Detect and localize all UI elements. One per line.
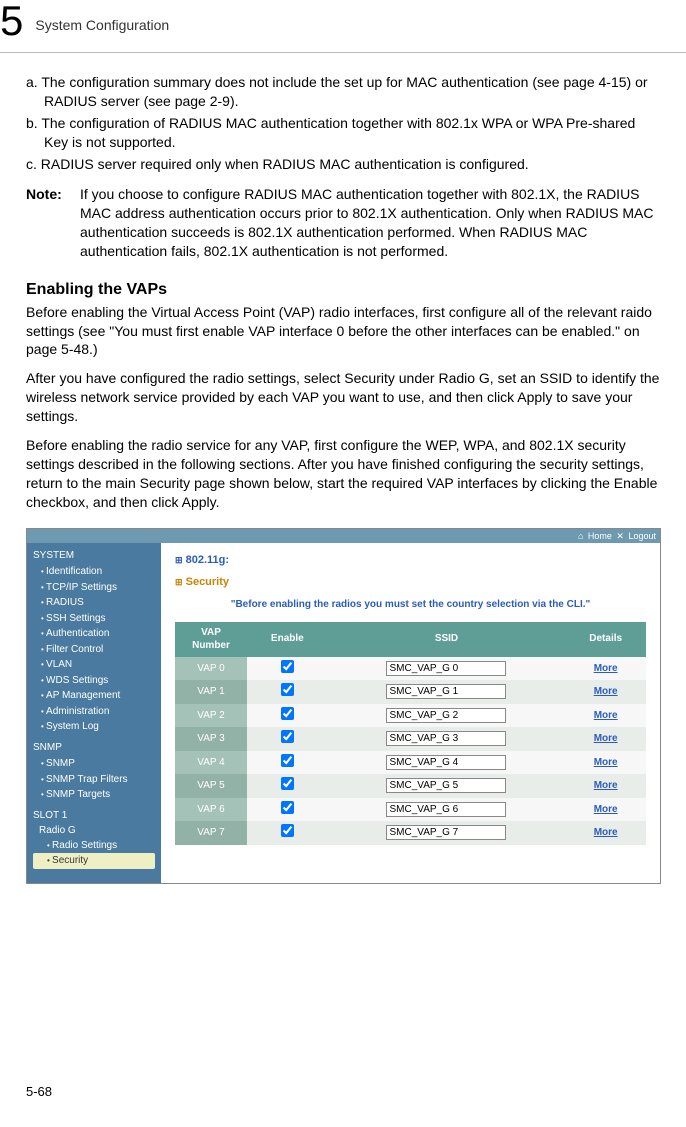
sidebar-item-wds[interactable]: WDS Settings bbox=[33, 673, 155, 689]
sidebar-item-radio-settings[interactable]: Radio Settings bbox=[33, 838, 155, 854]
table-row: VAP 7 More bbox=[175, 821, 646, 845]
vap-label: VAP 1 bbox=[175, 680, 247, 704]
table-row: VAP 6 More bbox=[175, 798, 646, 822]
table-row: VAP 3 More bbox=[175, 727, 646, 751]
security-icon: ⊞ bbox=[175, 577, 183, 587]
section-heading: Enabling the VAPs bbox=[26, 279, 660, 301]
home-link[interactable]: ⌂ Home bbox=[578, 531, 612, 541]
main-panel: ⊞ 802.11g: ⊞ Security "Before enabling t… bbox=[161, 543, 660, 883]
country-warning: "Before enabling the radios you must set… bbox=[175, 598, 646, 612]
sidebar-item-vlan[interactable]: VLAN bbox=[33, 657, 155, 673]
ssid-input[interactable] bbox=[386, 661, 506, 676]
logout-label: Logout bbox=[628, 531, 656, 541]
vap-label: VAP 6 bbox=[175, 798, 247, 822]
screenshot-topbar: ⌂ Home ✕ Logout bbox=[27, 529, 660, 543]
more-link[interactable]: More bbox=[594, 733, 618, 744]
paragraph-3: Before enabling the radio service for an… bbox=[26, 436, 660, 512]
table-row: VAP 5 More bbox=[175, 774, 646, 798]
table-row: VAP 1 More bbox=[175, 680, 646, 704]
sidebar-item-filter[interactable]: Filter Control bbox=[33, 642, 155, 658]
security-text: Security bbox=[186, 576, 229, 588]
sidebar-item-tcpip[interactable]: TCP/IP Settings bbox=[33, 580, 155, 596]
sidebar-item-syslog[interactable]: System Log bbox=[33, 719, 155, 735]
sidebar-item-identification[interactable]: Identification bbox=[33, 564, 155, 580]
enable-checkbox[interactable] bbox=[281, 660, 294, 673]
th-vap: VAP Number bbox=[175, 622, 247, 657]
chapter-number: 5 bbox=[0, 0, 23, 42]
list-item-a: a. The configuration summary does not in… bbox=[26, 73, 660, 111]
page-number: 5-68 bbox=[26, 1084, 52, 1099]
enable-checkbox[interactable] bbox=[281, 801, 294, 814]
more-link[interactable]: More bbox=[594, 710, 618, 721]
radio-band-label: ⊞ 802.11g: bbox=[175, 553, 646, 568]
embedded-screenshot: ⌂ Home ✕ Logout SYSTEM Identification TC… bbox=[26, 528, 661, 884]
security-label: ⊞ Security bbox=[175, 567, 646, 596]
logout-link[interactable]: ✕ Logout bbox=[616, 531, 656, 541]
sidebar-item-ssh[interactable]: SSH Settings bbox=[33, 611, 155, 627]
more-link[interactable]: More bbox=[594, 663, 618, 674]
table-row: VAP 0 More bbox=[175, 657, 646, 681]
vap-label: VAP 7 bbox=[175, 821, 247, 845]
sidebar-head-slot: SLOT 1 bbox=[33, 809, 155, 823]
table-header-row: VAP Number Enable SSID Details bbox=[175, 622, 646, 657]
sidebar: SYSTEM Identification TCP/IP Settings RA… bbox=[27, 543, 161, 883]
enable-checkbox[interactable] bbox=[281, 824, 294, 837]
vap-label: VAP 5 bbox=[175, 774, 247, 798]
sidebar-item-radius[interactable]: RADIUS bbox=[33, 595, 155, 611]
th-ssid: SSID bbox=[328, 622, 566, 657]
ssid-input[interactable] bbox=[386, 755, 506, 770]
ssid-input[interactable] bbox=[386, 684, 506, 699]
enable-checkbox[interactable] bbox=[281, 777, 294, 790]
sidebar-item-security[interactable]: Security bbox=[33, 853, 155, 869]
note-label: Note: bbox=[26, 185, 80, 261]
page-header: 5 System Configuration bbox=[0, 0, 686, 53]
paragraph-1: Before enabling the Virtual Access Point… bbox=[26, 303, 660, 360]
chapter-title: System Configuration bbox=[35, 17, 169, 33]
sidebar-item-snmp[interactable]: SNMP bbox=[33, 756, 155, 772]
note-text: If you choose to configure RADIUS MAC au… bbox=[80, 185, 660, 261]
home-label: Home bbox=[588, 531, 612, 541]
ssid-input[interactable] bbox=[386, 778, 506, 793]
more-link[interactable]: More bbox=[594, 827, 618, 838]
more-link[interactable]: More bbox=[594, 757, 618, 768]
sidebar-sub-radio-g: Radio G bbox=[33, 824, 155, 838]
sidebar-item-snmp-targets[interactable]: SNMP Targets bbox=[33, 787, 155, 803]
sidebar-head-snmp: SNMP bbox=[33, 741, 155, 755]
sidebar-head-system: SYSTEM bbox=[33, 549, 155, 563]
list-item-b: b. The configuration of RADIUS MAC authe… bbox=[26, 114, 660, 152]
vap-label: VAP 3 bbox=[175, 727, 247, 751]
radio-icon: ⊞ bbox=[175, 555, 183, 565]
th-details: Details bbox=[565, 622, 646, 657]
paragraph-2: After you have configured the radio sett… bbox=[26, 369, 660, 426]
list-item-c: c. RADIUS server required only when RADI… bbox=[26, 155, 660, 174]
table-row: VAP 4 More bbox=[175, 751, 646, 775]
more-link[interactable]: More bbox=[594, 686, 618, 697]
ssid-input[interactable] bbox=[386, 731, 506, 746]
table-row: VAP 2 More bbox=[175, 704, 646, 728]
page-content: a. The configuration summary does not in… bbox=[0, 73, 686, 884]
enable-checkbox[interactable] bbox=[281, 683, 294, 696]
sidebar-item-snmp-trap[interactable]: SNMP Trap Filters bbox=[33, 772, 155, 788]
enable-checkbox[interactable] bbox=[281, 707, 294, 720]
vap-label: VAP 4 bbox=[175, 751, 247, 775]
more-link[interactable]: More bbox=[594, 804, 618, 815]
more-link[interactable]: More bbox=[594, 780, 618, 791]
ssid-input[interactable] bbox=[386, 708, 506, 723]
vap-label: VAP 0 bbox=[175, 657, 247, 681]
sidebar-item-apmgmt[interactable]: AP Management bbox=[33, 688, 155, 704]
enable-checkbox[interactable] bbox=[281, 730, 294, 743]
sidebar-item-auth[interactable]: Authentication bbox=[33, 626, 155, 642]
vap-label: VAP 2 bbox=[175, 704, 247, 728]
sidebar-item-admin[interactable]: Administration bbox=[33, 704, 155, 720]
th-enable: Enable bbox=[247, 622, 328, 657]
note-block: Note: If you choose to configure RADIUS … bbox=[26, 185, 660, 261]
enable-checkbox[interactable] bbox=[281, 754, 294, 767]
ssid-input[interactable] bbox=[386, 825, 506, 840]
vap-table: VAP Number Enable SSID Details VAP 0 Mor… bbox=[175, 622, 646, 845]
radio-band-text: 802.11g: bbox=[186, 554, 229, 566]
ssid-input[interactable] bbox=[386, 802, 506, 817]
